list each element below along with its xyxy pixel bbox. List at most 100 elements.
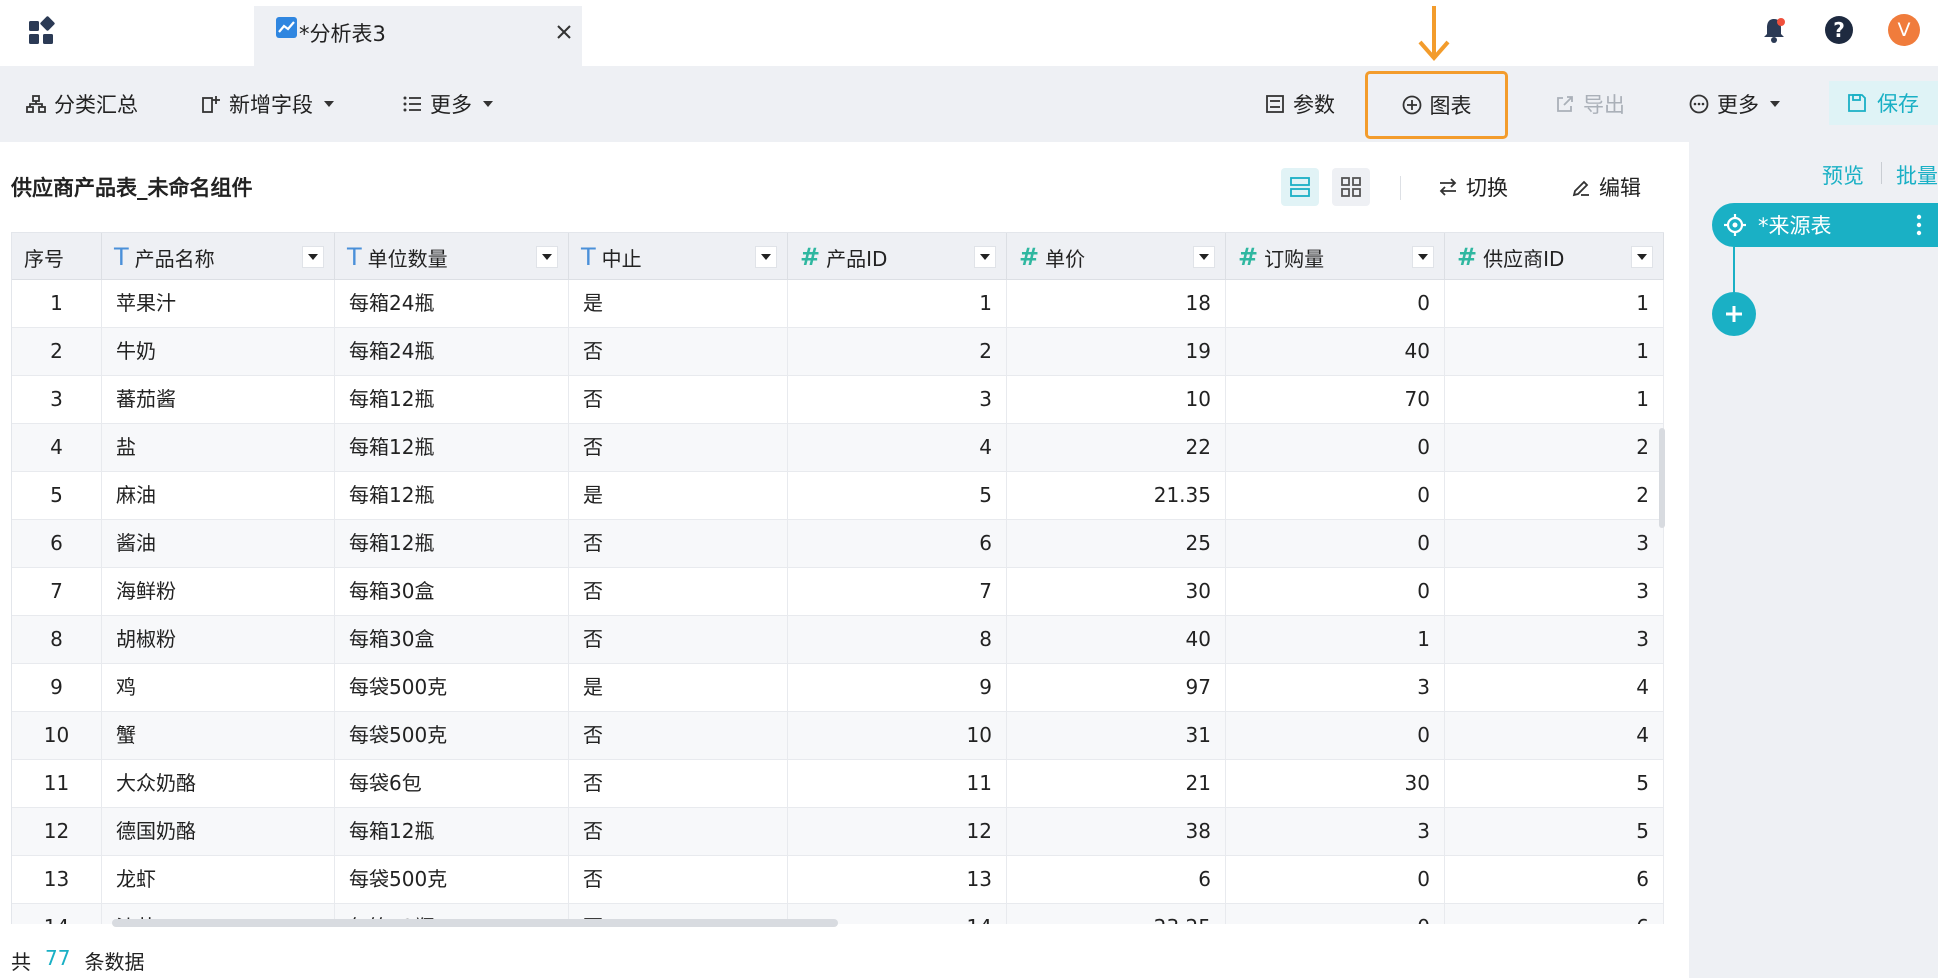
table-cell[interactable]: 12 [788, 808, 1007, 856]
column-header[interactable]: T 产品名称 [102, 233, 335, 281]
user-avatar[interactable]: V [1888, 14, 1920, 46]
table-cell[interactable]: 97 [1007, 664, 1226, 712]
table-cell[interactable]: 19 [1007, 328, 1226, 376]
table-cell[interactable]: 6 [1007, 856, 1226, 904]
table-cell[interactable]: 每箱12瓶 [335, 424, 569, 472]
table-cell[interactable]: 0 [1226, 472, 1445, 520]
table-row[interactable]: 13 龙虾 每袋500克否 13 6 0 6 [12, 856, 1664, 904]
column-header[interactable]: # 供应商ID [1445, 233, 1664, 281]
more-menu-right[interactable]: 更多 [1689, 66, 1781, 142]
help-icon[interactable]: ? [1823, 14, 1855, 46]
table-cell[interactable]: 13 [12, 856, 102, 904]
doc-tab[interactable]: *分析表3 [254, 6, 582, 66]
table-cell[interactable]: 否 [569, 760, 788, 808]
table-cell[interactable]: 40 [1226, 328, 1445, 376]
more-menu-left[interactable]: 更多 [402, 66, 494, 142]
table-cell[interactable]: 每袋6包 [335, 760, 569, 808]
table-cell[interactable]: 23.25 [1007, 904, 1226, 924]
table-cell[interactable]: 2 [12, 328, 102, 376]
table-cell[interactable]: 否 [569, 328, 788, 376]
batch-link[interactable]: 批量 [1896, 160, 1938, 190]
table-cell[interactable]: 4 [12, 424, 102, 472]
table-cell[interactable]: 海鲜粉 [102, 568, 335, 616]
table-cell[interactable]: 40 [1007, 616, 1226, 664]
table-cell[interactable]: 13 [788, 856, 1007, 904]
add-field-button[interactable]: 新增字段 [201, 66, 335, 142]
table-cell[interactable]: 10 [1007, 376, 1226, 424]
table-cell[interactable]: 31 [1007, 712, 1226, 760]
column-dropdown-icon[interactable] [536, 246, 558, 268]
table-cell[interactable]: 龙虾 [102, 856, 335, 904]
table-cell[interactable]: 11 [12, 760, 102, 808]
table-cell[interactable]: 21.35 [1007, 472, 1226, 520]
table-cell[interactable]: 每箱30盒 [335, 568, 569, 616]
table-cell[interactable]: 否 [569, 568, 788, 616]
column-header[interactable]: # 订购量 [1226, 233, 1445, 281]
table-cell[interactable]: 10 [788, 712, 1007, 760]
table-cell[interactable]: 30 [1226, 760, 1445, 808]
export-button[interactable]: 导出 [1555, 66, 1625, 142]
table-cell[interactable]: 2 [788, 328, 1007, 376]
kebab-menu-icon[interactable] [1916, 214, 1922, 236]
table-cell[interactable]: 胡椒粉 [102, 616, 335, 664]
table-cell[interactable]: 1 [1445, 280, 1664, 328]
table-cell[interactable]: 2 [1445, 472, 1664, 520]
table-cell[interactable]: 70 [1226, 376, 1445, 424]
table-cell[interactable]: 18 [1007, 280, 1226, 328]
table-cell[interactable]: 3 [1445, 520, 1664, 568]
table-cell[interactable]: 麻油 [102, 472, 335, 520]
table-cell[interactable]: 否 [569, 808, 788, 856]
table-row[interactable]: 10 蟹每袋500克否 10 31 0 4 [12, 712, 1664, 760]
table-cell[interactable]: 30 [1007, 568, 1226, 616]
table-cell[interactable]: 每箱12瓶 [335, 472, 569, 520]
table-cell[interactable]: 1 [1445, 376, 1664, 424]
table-row[interactable]: 11 大众奶酪 每袋6包否 11 21 30 5 [12, 760, 1664, 808]
table-row[interactable]: 4 盐每箱12瓶否 4 22 0 2 [12, 424, 1664, 472]
table-cell[interactable]: 14 [12, 904, 102, 924]
column-dropdown-icon[interactable] [1193, 246, 1215, 268]
table-cell[interactable]: 21 [1007, 760, 1226, 808]
table-cell[interactable]: 3 [1226, 808, 1445, 856]
switch-button[interactable]: 切换 [1438, 170, 1508, 204]
column-header[interactable]: # 单价 [1007, 233, 1226, 281]
table-cell[interactable]: 9 [788, 664, 1007, 712]
table-cell[interactable]: 牛奶 [102, 328, 335, 376]
save-button[interactable]: 保存 [1829, 81, 1938, 125]
table-cell[interactable]: 是 [569, 472, 788, 520]
table-cell[interactable]: 6 [1445, 904, 1664, 924]
group-summary-button[interactable]: 分类汇总 [26, 66, 138, 142]
table-cell[interactable]: 9 [12, 664, 102, 712]
column-dropdown-icon[interactable] [302, 246, 324, 268]
table-cell[interactable]: 每袋500克 [335, 664, 569, 712]
table-cell[interactable]: 否 [569, 856, 788, 904]
params-button[interactable]: 参数 [1265, 66, 1335, 142]
table-row[interactable]: 8 胡椒粉 每箱30盒否 8 40 1 3 [12, 616, 1664, 664]
table-cell[interactable]: 0 [1226, 568, 1445, 616]
column-dropdown-icon[interactable] [974, 246, 996, 268]
card-view-button[interactable] [1332, 168, 1370, 206]
table-row[interactable]: 2 牛奶 每箱24瓶否 2 19 40 1 [12, 328, 1664, 376]
table-row[interactable]: 5 麻油 每箱12瓶是 5 21.35 0 2 [12, 472, 1664, 520]
table-cell[interactable]: 0 [1226, 856, 1445, 904]
table-cell[interactable]: 6 [12, 520, 102, 568]
add-node-button[interactable] [1712, 292, 1756, 336]
source-table-node[interactable]: *来源表 [1712, 203, 1938, 247]
table-row[interactable]: 6 酱油 每箱12瓶否 6 25 0 3 [12, 520, 1664, 568]
table-cell[interactable]: 3 [788, 376, 1007, 424]
notification-bell-icon[interactable] [1758, 14, 1790, 46]
table-cell[interactable]: 每袋500克 [335, 856, 569, 904]
table-cell[interactable]: 8 [12, 616, 102, 664]
preview-link[interactable]: 预览 [1822, 160, 1864, 190]
table-cell[interactable]: 1 [12, 280, 102, 328]
table-cell[interactable]: 每箱12瓶 [335, 520, 569, 568]
table-cell[interactable]: 每箱30盒 [335, 616, 569, 664]
column-header[interactable]: 序号 [12, 233, 102, 281]
table-row[interactable]: 3 蕃茄酱 每箱12瓶否 3 10 70 1 [12, 376, 1664, 424]
table-cell[interactable]: 8 [788, 616, 1007, 664]
chart-button[interactable]: 图表 [1365, 71, 1508, 139]
table-cell[interactable]: 1 [1445, 328, 1664, 376]
table-cell[interactable]: 1 [1226, 616, 1445, 664]
table-cell[interactable]: 7 [12, 568, 102, 616]
table-cell[interactable]: 0 [1226, 280, 1445, 328]
table-view-button[interactable] [1281, 168, 1319, 206]
